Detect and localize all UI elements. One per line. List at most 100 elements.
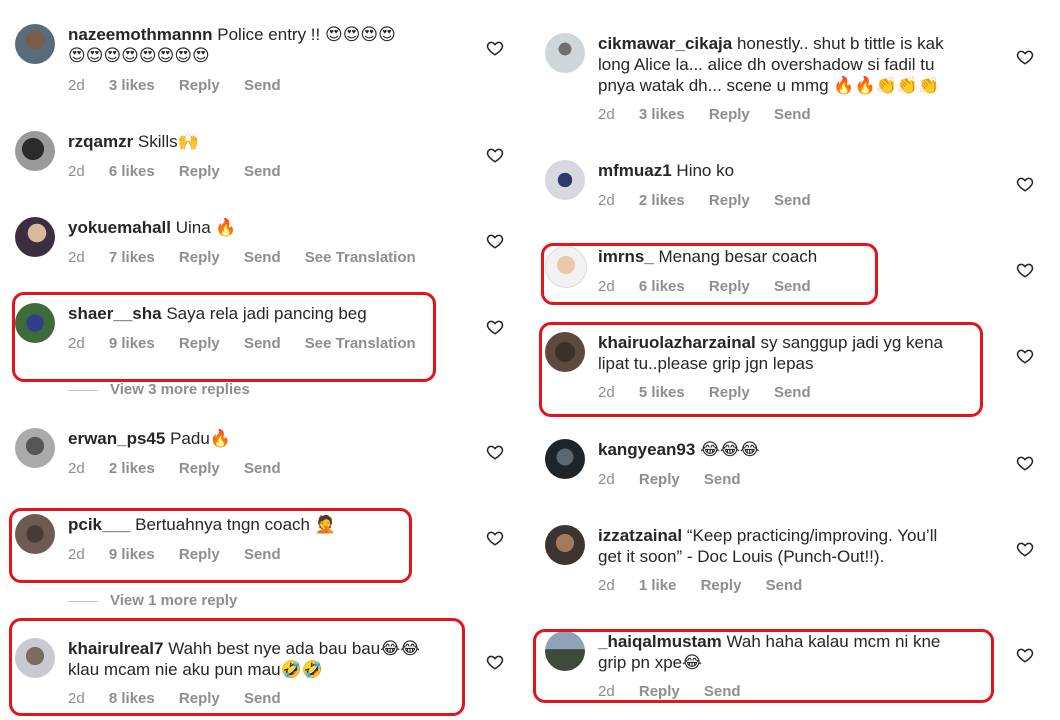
- reply-button[interactable]: Reply: [179, 77, 220, 94]
- comment-meta: 2d 6 likes Reply Send: [68, 163, 301, 180]
- reply-button[interactable]: Reply: [701, 577, 742, 594]
- heart-icon[interactable]: [486, 443, 504, 461]
- comment-username[interactable]: kangyean93: [598, 440, 695, 459]
- heart-icon[interactable]: [486, 653, 504, 671]
- reply-button[interactable]: Reply: [709, 192, 750, 209]
- comment-username[interactable]: mfmuaz1: [598, 161, 672, 180]
- comment-meta: 2d Reply Send: [598, 471, 761, 488]
- comment-text: kangyean93 😂😂😂: [598, 439, 760, 460]
- comment-body: “Keep practicing/improving. You’ll: [686, 526, 938, 545]
- send-button[interactable]: Send: [244, 249, 281, 266]
- highlight-box: [533, 629, 994, 703]
- divider: [68, 600, 98, 602]
- heart-icon[interactable]: [486, 146, 504, 164]
- heart-icon[interactable]: [1016, 48, 1034, 66]
- see-translation-button[interactable]: See Translation: [305, 249, 416, 266]
- reply-button[interactable]: Reply: [709, 106, 750, 123]
- send-button[interactable]: Send: [244, 77, 281, 94]
- avatar[interactable]: [15, 428, 55, 468]
- avatar[interactable]: [15, 217, 55, 257]
- likes-count[interactable]: 2 likes: [639, 192, 685, 209]
- comment-age: 2d: [68, 460, 85, 477]
- comment-meta: 2d 2 likes Reply Send: [598, 192, 831, 209]
- heart-icon[interactable]: [486, 529, 504, 547]
- heart-icon[interactable]: [486, 318, 504, 336]
- divider: [68, 389, 98, 391]
- heart-icon[interactable]: [1016, 175, 1034, 193]
- comment-text: nazeemothmannn Police entry !! 😍😍😍😍 😍😍😍😍…: [68, 24, 396, 66]
- comment-age: 2d: [598, 192, 615, 209]
- comment-age: 2d: [68, 77, 85, 94]
- view-more-replies[interactable]: View 1 more reply: [68, 592, 237, 609]
- comment-username[interactable]: cikmawar_cikaja: [598, 34, 732, 53]
- comment-text: erwan_ps45 Padu🔥: [68, 428, 231, 449]
- comment-meta: 2d 3 likes Reply Send: [68, 77, 301, 94]
- comment-text: yokuemahall Uina 🔥: [68, 217, 237, 238]
- highlight-box: [9, 508, 412, 583]
- comment-body-line2: get it soon” - Doc Louis (Punch-Out!!).: [598, 547, 885, 566]
- send-button[interactable]: Send: [704, 471, 741, 488]
- avatar[interactable]: [545, 439, 585, 479]
- comment-text: rzqamzr Skills🙌: [68, 131, 199, 152]
- send-button[interactable]: Send: [244, 460, 281, 477]
- comment-body: 😂😂😂: [700, 440, 760, 459]
- send-button[interactable]: Send: [774, 192, 811, 209]
- highlight-box: [9, 618, 465, 716]
- highlight-box: [541, 243, 878, 305]
- comment-meta: 2d 7 likes Reply Send See Translation: [68, 249, 436, 266]
- heart-icon[interactable]: [486, 39, 504, 57]
- comment-body: Hino ko: [676, 161, 735, 180]
- comment-username[interactable]: rzqamzr: [68, 132, 133, 151]
- comment-username[interactable]: izzatzainal: [598, 526, 682, 545]
- avatar[interactable]: [545, 33, 585, 73]
- avatar[interactable]: [15, 131, 55, 171]
- highlight-box: [539, 322, 983, 417]
- comment-text: mfmuaz1 Hino ko: [598, 160, 734, 181]
- reply-button[interactable]: Reply: [179, 460, 220, 477]
- comment-body: honestly.. shut b tittle is kak: [736, 34, 944, 53]
- comment-meta: 2d 1 like Reply Send: [598, 577, 822, 594]
- send-button[interactable]: Send: [766, 577, 803, 594]
- reply-button[interactable]: Reply: [179, 163, 220, 180]
- comment-text: izzatzainal “Keep practicing/improving. …: [598, 525, 937, 567]
- comment-text: cikmawar_cikaja honestly.. shut b tittle…: [598, 33, 944, 96]
- highlight-box: [12, 292, 436, 382]
- send-button[interactable]: Send: [774, 106, 811, 123]
- view-more-label: View 3 more replies: [110, 381, 250, 398]
- reply-button[interactable]: Reply: [179, 249, 220, 266]
- heart-icon[interactable]: [1016, 646, 1034, 664]
- likes-count[interactable]: 6 likes: [109, 163, 155, 180]
- heart-icon[interactable]: [1016, 540, 1034, 558]
- likes-count[interactable]: 1 like: [639, 577, 677, 594]
- comment-age: 2d: [68, 163, 85, 180]
- comment-meta: 2d 3 likes Reply Send: [598, 106, 831, 123]
- heart-icon[interactable]: [1016, 347, 1034, 365]
- heart-icon[interactable]: [486, 232, 504, 250]
- likes-count[interactable]: 7 likes: [109, 249, 155, 266]
- comment-age: 2d: [598, 106, 615, 123]
- comment-age: 2d: [598, 471, 615, 488]
- comment-username[interactable]: erwan_ps45: [68, 429, 165, 448]
- comment-body: Padu🔥: [170, 429, 231, 448]
- comment-body: Uina 🔥: [175, 218, 237, 237]
- likes-count[interactable]: 3 likes: [109, 77, 155, 94]
- avatar[interactable]: [545, 160, 585, 200]
- comment-body: Police entry !! 😍😍😍😍: [217, 25, 396, 44]
- comment-body: Skills🙌: [137, 132, 199, 151]
- avatar[interactable]: [15, 24, 55, 64]
- likes-count[interactable]: 2 likes: [109, 460, 155, 477]
- view-more-replies[interactable]: View 3 more replies: [68, 381, 250, 398]
- heart-icon[interactable]: [1016, 261, 1034, 279]
- comment-body-line3: pnya watak dh... scene u mmg 🔥🔥👏👏👏: [598, 76, 940, 95]
- heart-icon[interactable]: [1016, 454, 1034, 472]
- avatar[interactable]: [545, 525, 585, 565]
- comment-body-line2: long Alice la... alice dh overshadow si …: [598, 55, 935, 74]
- comment-username[interactable]: nazeemothmannn: [68, 25, 213, 44]
- comment-age: 2d: [68, 249, 85, 266]
- comment-age: 2d: [598, 577, 615, 594]
- reply-button[interactable]: Reply: [639, 471, 680, 488]
- likes-count[interactable]: 3 likes: [639, 106, 685, 123]
- comment-username[interactable]: yokuemahall: [68, 218, 171, 237]
- view-more-label: View 1 more reply: [110, 592, 238, 609]
- send-button[interactable]: Send: [244, 163, 281, 180]
